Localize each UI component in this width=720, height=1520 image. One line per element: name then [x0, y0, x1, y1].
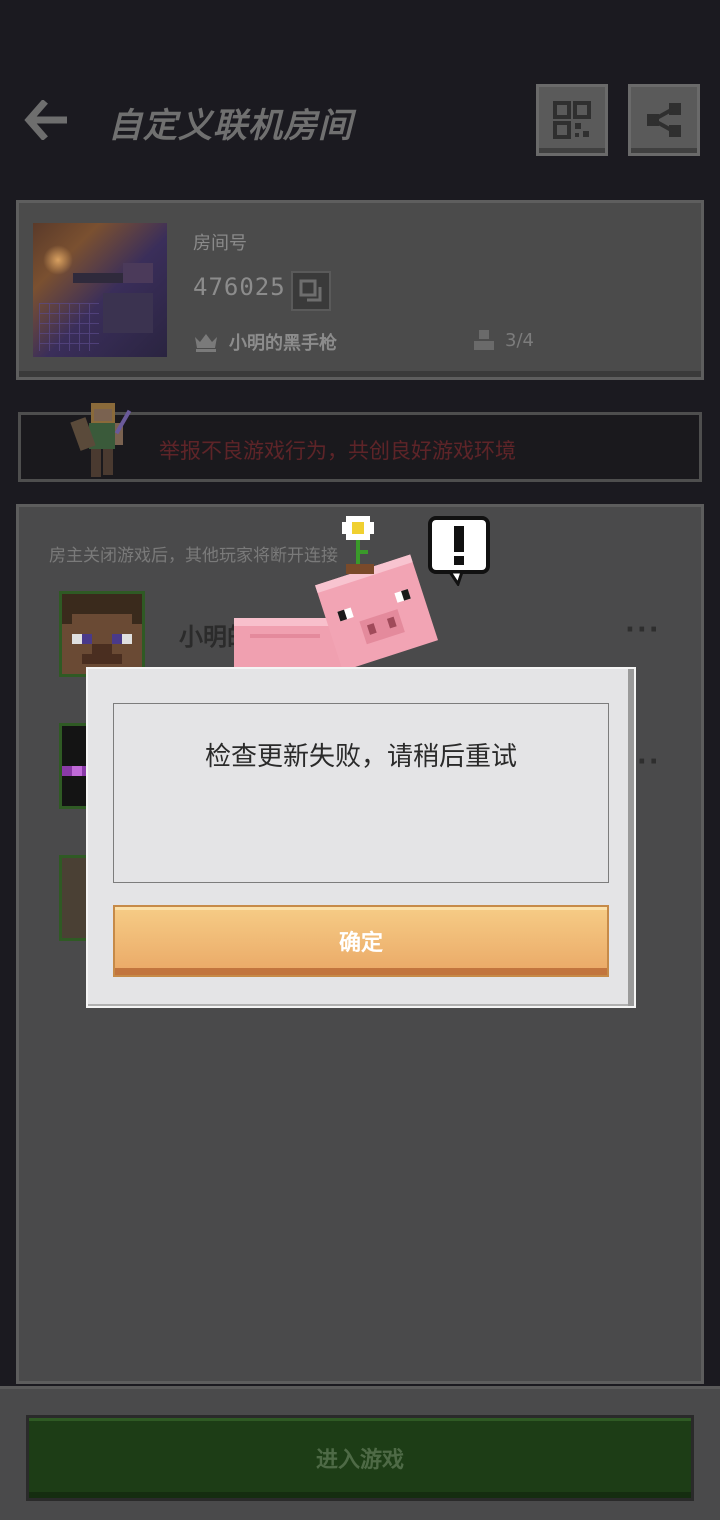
dialog-message: 检查更新失败，请稍后重试 [204, 742, 517, 772]
top-bar: 自定义联机房间 [0, 0, 720, 190]
player-more-button[interactable]: ··· [625, 615, 661, 645]
back-button[interactable] [18, 92, 74, 148]
enter-game-button[interactable]: 进入游戏 [26, 1415, 694, 1501]
crown-icon [195, 334, 217, 352]
player-avatar [59, 591, 145, 677]
exclamation-bubble-icon [428, 516, 490, 586]
qr-code-icon [553, 101, 591, 139]
steve-face-icon [62, 594, 142, 674]
room-number-label: 房间号 [193, 233, 247, 254]
confirm-button[interactable]: 确定 [113, 905, 609, 977]
dialog-message-box: 检查更新失败，请稍后重试 [113, 703, 609, 883]
alex-character-icon [70, 403, 132, 477]
copy-room-number-button[interactable] [291, 271, 331, 311]
page-title: 自定义联机房间 [108, 106, 353, 146]
share-icon [647, 103, 681, 137]
room-thumbnail [33, 223, 167, 357]
report-banner[interactable]: 举报不良游戏行为，共创良好游戏环境 [18, 403, 702, 482]
players-icon [474, 330, 494, 350]
host-name: 小明的黑手枪 [229, 333, 337, 354]
room-info-card: 房间号 476025 小明的黑手枪 3/4 [16, 200, 704, 380]
room-number: 476025 [193, 273, 286, 301]
report-text: 举报不良游戏行为，共创良好游戏环境 [159, 439, 516, 463]
arrow-left-icon [24, 100, 67, 140]
pig-mascot-icon [234, 516, 439, 668]
player-count-value: 3/4 [505, 329, 534, 351]
share-button[interactable] [628, 84, 700, 156]
update-failed-dialog: 检查更新失败，请稍后重试 确定 [86, 667, 636, 1008]
host-row: 小明的黑手枪 [193, 329, 337, 355]
qr-code-button[interactable] [536, 84, 608, 156]
copy-icon [299, 279, 322, 302]
player-count: 3/4 [471, 329, 534, 351]
bottom-bar: 进入游戏 [0, 1386, 720, 1520]
